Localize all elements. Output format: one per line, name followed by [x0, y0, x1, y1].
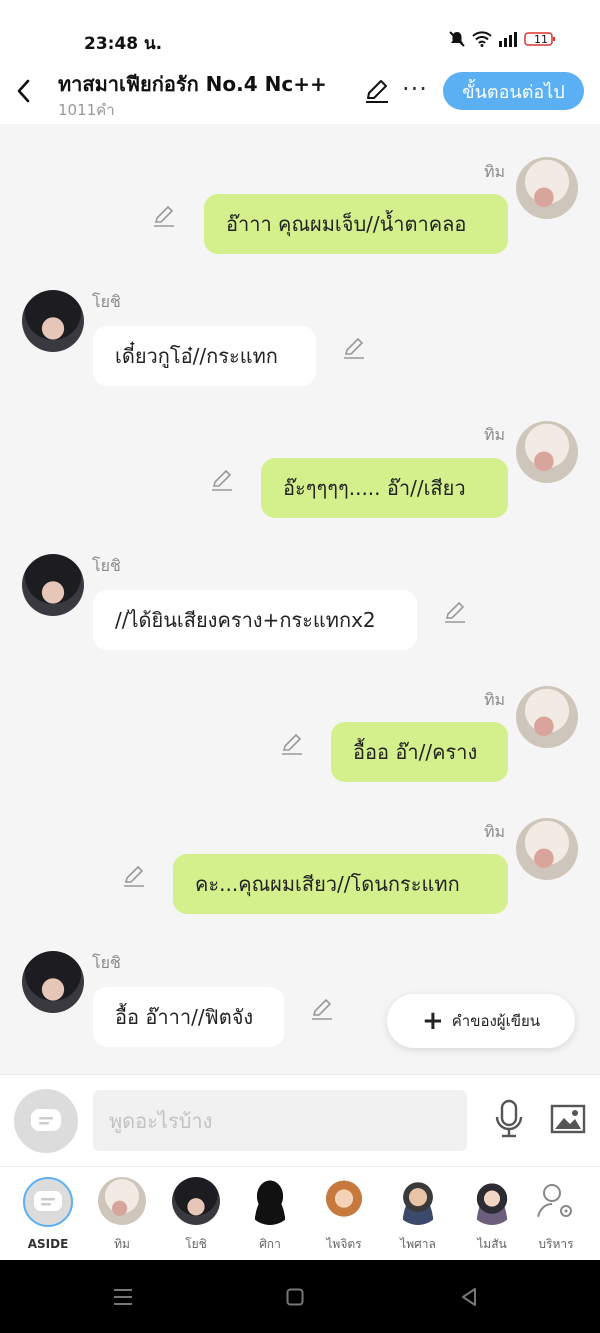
status-time: 23:48 น. [84, 34, 163, 54]
sender-name: ทิม [484, 822, 506, 841]
back-arrow-icon[interactable] [12, 76, 34, 106]
chat-area[interactable]: ทิม อ๊าาา คุณผมเจ็บ//น้ำตาคลอ โยชิ เดี๋ย… [0, 124, 600, 1074]
message-bubble[interactable]: //ได้ยินเสียงคราง+กระแทกx2 [93, 590, 417, 650]
avatar-yoshi[interactable] [22, 290, 84, 352]
system-nav-bar [0, 1260, 600, 1333]
signal-icon [499, 32, 517, 47]
status-bar: 23:48 น. 11 [0, 0, 600, 62]
character-label: บริหาร [538, 1237, 574, 1251]
character-label: ไมสัน [477, 1237, 507, 1251]
avatar-silhouette [246, 1177, 294, 1225]
edit-title-icon[interactable] [364, 78, 390, 104]
sender-name: โยชิ [92, 556, 121, 575]
composer-bar [0, 1074, 600, 1166]
message-input[interactable] [93, 1090, 467, 1151]
character-yoshi[interactable]: โยชิ [166, 1177, 226, 1254]
author-note-label: คำของผู้เขียน [451, 1012, 541, 1030]
manage-characters-button[interactable]: บริหาร [526, 1177, 586, 1254]
chat-header: ทาสมาเฟียก่อรัก No.4 Nc++ 1011คำ ··· ขั้… [0, 62, 600, 124]
character-sika[interactable]: ศิกา [240, 1177, 300, 1254]
more-options-icon[interactable]: ··· [402, 75, 428, 103]
message-bubble[interactable]: อ๊าาา คุณผมเจ็บ//น้ำตาคลอ [204, 194, 508, 254]
edit-message-icon[interactable] [443, 600, 467, 624]
avatar [468, 1177, 516, 1225]
chat-bubble-icon [31, 1109, 61, 1131]
avatar-yoshi[interactable] [22, 951, 84, 1013]
sender-name: ทิม [484, 162, 506, 181]
next-step-button[interactable]: ขั้นตอนต่อไป [443, 72, 584, 110]
message-bubble[interactable]: เดี๋ยวกูโอ๋//กระแทก [93, 326, 316, 386]
plus-icon: + [421, 1006, 444, 1036]
edit-message-icon[interactable] [152, 204, 176, 228]
edit-message-icon[interactable] [210, 468, 234, 492]
image-icon[interactable] [550, 1103, 586, 1135]
wifi-icon [472, 31, 492, 47]
character-aside[interactable]: ASIDE [18, 1177, 78, 1251]
avatar [320, 1177, 368, 1225]
avatar-tim[interactable] [516, 157, 578, 219]
avatar-tim[interactable] [516, 421, 578, 483]
character-maison[interactable]: ไมสัน [462, 1177, 522, 1254]
edit-message-icon[interactable] [342, 336, 366, 360]
author-note-button[interactable]: + คำของผู้เขียน [387, 994, 575, 1048]
mute-icon [449, 31, 465, 47]
battery-level: 11 [534, 32, 548, 46]
character-paisan[interactable]: ไพศาล [388, 1177, 448, 1254]
character-paijit[interactable]: ไพจิตร [314, 1177, 374, 1254]
character-label: ทิม [114, 1237, 130, 1251]
character-bar: ASIDE ทิม โยชิ ศิกา ไพจิตร ไพศาล ไมสัน บ… [0, 1166, 600, 1260]
home-icon[interactable] [286, 1288, 304, 1306]
sender-name: ทิม [484, 425, 506, 444]
avatar-tim[interactable] [516, 686, 578, 748]
edit-message-icon[interactable] [310, 997, 334, 1021]
status-icons: 11 [448, 30, 556, 48]
avatar-yoshi[interactable] [22, 554, 84, 616]
message-bubble[interactable]: อ๊ะๆๆๆๆ..... อ๊า//เสียว [261, 458, 508, 518]
character-label: ไพศาล [400, 1237, 436, 1251]
user-settings-icon [532, 1177, 580, 1225]
edit-message-icon[interactable] [122, 864, 146, 888]
message-bubble[interactable]: อื้อ อ๊าาา//ฟิตจัง [93, 987, 284, 1047]
character-label: ASIDE [27, 1237, 69, 1251]
microphone-icon[interactable] [492, 1099, 526, 1139]
aside-icon [23, 1177, 73, 1227]
character-tim[interactable]: ทิม [92, 1177, 152, 1254]
character-label: ศิกา [259, 1237, 281, 1251]
sender-name: โยชิ [92, 953, 121, 972]
sender-name: โยชิ [92, 292, 121, 311]
avatar-tim[interactable] [516, 818, 578, 880]
aside-toggle-button[interactable] [14, 1089, 78, 1153]
word-count: 1011คำ [58, 101, 115, 119]
back-triangle-icon[interactable] [459, 1287, 479, 1307]
avatar [172, 1177, 220, 1225]
character-label: ไพจิตร [326, 1237, 362, 1251]
message-bubble[interactable]: อื้ออ อ๊า//คราง [331, 722, 508, 782]
message-bubble[interactable]: คะ...คุณผมเสียว//โดนกระแทก [173, 854, 508, 914]
edit-message-icon[interactable] [280, 732, 304, 756]
avatar [394, 1177, 442, 1225]
character-label: โยชิ [185, 1237, 207, 1251]
menu-icon[interactable] [112, 1288, 134, 1306]
sender-name: ทิม [484, 690, 506, 709]
avatar [98, 1177, 146, 1225]
story-title: ทาสมาเฟียก่อรัก No.4 Nc++ [58, 72, 327, 96]
